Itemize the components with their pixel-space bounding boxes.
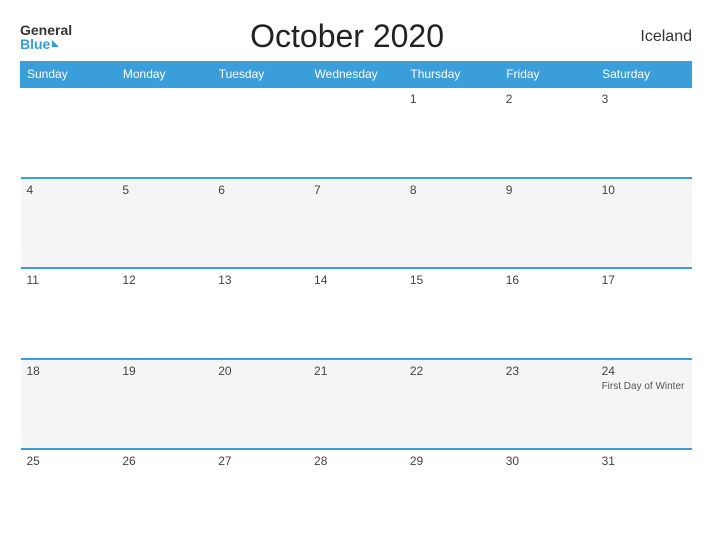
- calendar-cell: [308, 87, 404, 178]
- day-number: 28: [314, 454, 398, 468]
- col-sunday: Sunday: [21, 62, 117, 88]
- day-number: 2: [506, 92, 590, 106]
- day-number: 8: [410, 183, 494, 197]
- col-saturday: Saturday: [596, 62, 692, 88]
- day-number: 4: [27, 183, 111, 197]
- col-thursday: Thursday: [404, 62, 500, 88]
- day-number: 13: [218, 273, 302, 287]
- day-number: 15: [410, 273, 494, 287]
- day-number: 14: [314, 273, 398, 287]
- calendar-cell: 4: [21, 178, 117, 269]
- calendar-cell: 2: [500, 87, 596, 178]
- day-number: 3: [602, 92, 686, 106]
- day-number: 27: [218, 454, 302, 468]
- col-tuesday: Tuesday: [212, 62, 308, 88]
- calendar-cell: 25: [21, 449, 117, 540]
- calendar-cell: 11: [21, 268, 117, 359]
- calendar-cell: 3: [596, 87, 692, 178]
- logo-general-text: General: [20, 23, 72, 37]
- calendar-cell: 8: [404, 178, 500, 269]
- calendar-cell: 18: [21, 359, 117, 450]
- calendar-cell: 20: [212, 359, 308, 450]
- day-number: 29: [410, 454, 494, 468]
- day-number: 25: [27, 454, 111, 468]
- calendar-cell: 13: [212, 268, 308, 359]
- calendar-cell: 15: [404, 268, 500, 359]
- country-label: Iceland: [622, 28, 692, 46]
- day-number: 7: [314, 183, 398, 197]
- calendar-cell: 28: [308, 449, 404, 540]
- calendar-cell: 10: [596, 178, 692, 269]
- day-number: 18: [27, 364, 111, 378]
- calendar-week-row: 11 12 13 14 15 16 17: [21, 268, 692, 359]
- calendar-cell: 17: [596, 268, 692, 359]
- calendar-cell: 26: [116, 449, 212, 540]
- calendar-cell: 1: [404, 87, 500, 178]
- day-number: 19: [122, 364, 206, 378]
- calendar-cell: 21: [308, 359, 404, 450]
- col-monday: Monday: [116, 62, 212, 88]
- calendar-week-row: 25 26 27 28 29 30 31: [21, 449, 692, 540]
- day-number: 26: [122, 454, 206, 468]
- logo-blue-text: Blue: [20, 37, 72, 51]
- calendar-cell: 6: [212, 178, 308, 269]
- calendar-cell: 24 First Day of Winter: [596, 359, 692, 450]
- day-number: 16: [506, 273, 590, 287]
- day-number: 12: [122, 273, 206, 287]
- day-number: 24: [602, 364, 686, 378]
- calendar-week-row: 456789 10: [21, 178, 692, 269]
- calendar-cell: 14: [308, 268, 404, 359]
- calendar-cell: 19: [116, 359, 212, 450]
- calendar-week-row: 123: [21, 87, 692, 178]
- day-number: 5: [122, 183, 206, 197]
- day-number: 20: [218, 364, 302, 378]
- logo-triangle-icon: [52, 40, 59, 47]
- calendar-table: Sunday Monday Tuesday Wednesday Thursday…: [20, 61, 692, 540]
- day-number: 10: [602, 183, 686, 197]
- day-number: 21: [314, 364, 398, 378]
- event-text: First Day of Winter: [602, 380, 686, 393]
- calendar-cell: 29: [404, 449, 500, 540]
- day-number: 30: [506, 454, 590, 468]
- calendar-cell: 16: [500, 268, 596, 359]
- calendar-cell: 31: [596, 449, 692, 540]
- calendar-page: General Blue October 2020 Iceland Sunday…: [0, 0, 712, 550]
- calendar-cell: 27: [212, 449, 308, 540]
- day-number: 6: [218, 183, 302, 197]
- col-wednesday: Wednesday: [308, 62, 404, 88]
- col-friday: Friday: [500, 62, 596, 88]
- calendar-cell: 5: [116, 178, 212, 269]
- calendar-cell: 30: [500, 449, 596, 540]
- days-of-week-row: Sunday Monday Tuesday Wednesday Thursday…: [21, 62, 692, 88]
- calendar-cell: 22: [404, 359, 500, 450]
- calendar-title: October 2020: [250, 18, 444, 55]
- calendar-cell: 7: [308, 178, 404, 269]
- calendar-cell: [116, 87, 212, 178]
- calendar-week-row: 18 19 20 21 22 23 24 First Day of Winter: [21, 359, 692, 450]
- calendar-cell: 9: [500, 178, 596, 269]
- day-number: 31: [602, 454, 686, 468]
- day-number: 11: [27, 273, 111, 287]
- day-number: 1: [410, 92, 494, 106]
- calendar-cell: 12: [116, 268, 212, 359]
- day-number: 22: [410, 364, 494, 378]
- logo: General Blue: [20, 23, 72, 51]
- calendar-cell: [212, 87, 308, 178]
- day-number: 17: [602, 273, 686, 287]
- header: General Blue October 2020 Iceland: [20, 18, 692, 55]
- day-number: 9: [506, 183, 590, 197]
- day-number: 23: [506, 364, 590, 378]
- calendar-cell: [21, 87, 117, 178]
- calendar-cell: 23: [500, 359, 596, 450]
